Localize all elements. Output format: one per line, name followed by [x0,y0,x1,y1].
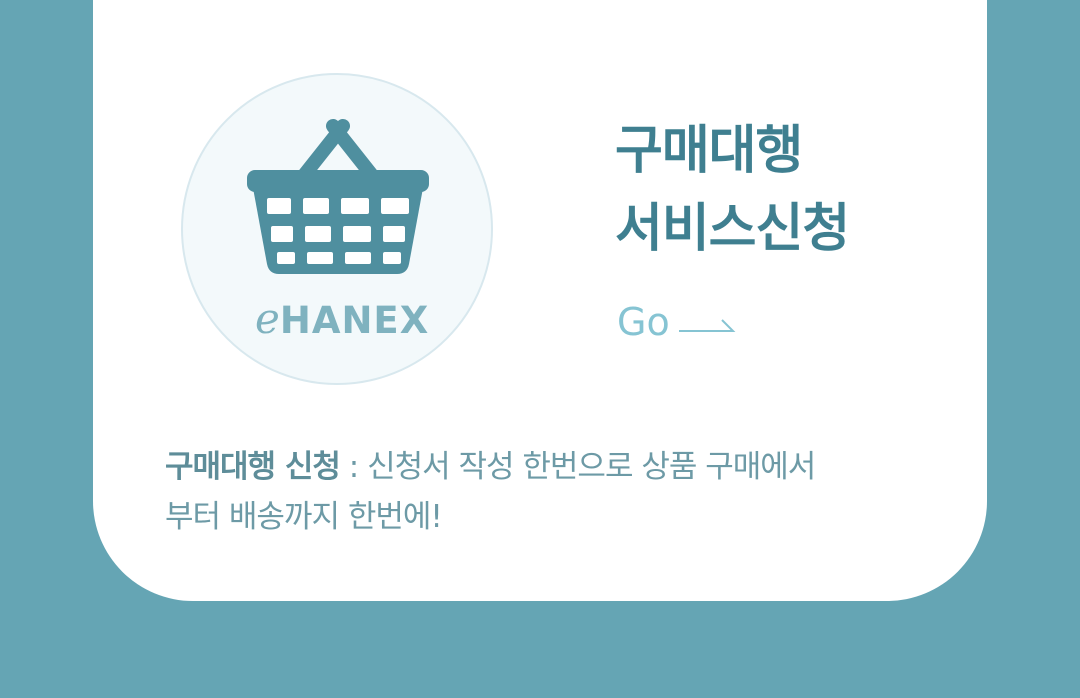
service-title-line2: 서비스신청 [615,199,850,259]
service-title-line1: 구매대행 [615,121,803,181]
description-line1-text: 신청서 작성 한번으로 상품 구매에서 [367,449,816,485]
shopping-basket-icon [247,119,429,274]
description-line2: 부터 배송까지 한번에! [165,499,443,535]
description-separator: : [339,449,368,485]
go-label: Go [617,300,670,344]
brand-logo: eHANEX [255,294,428,343]
arrow-right-icon [678,319,736,332]
description-highlight: 구매대행 신청 [165,449,341,485]
brand-logo-e: e [255,294,280,343]
brand-logo-text: HANEX [279,299,430,342]
service-description: 구매대행 신청 : 신청서 작성 한번으로 상품 구매에서 부터 배송까지 한번… [165,442,925,542]
service-title: 구매대행 서비스신청 [615,112,955,268]
go-button[interactable]: Go [617,297,736,347]
description-line1: 구매대행 신청 : 신청서 작성 한번으로 상품 구매에서 [165,442,925,492]
